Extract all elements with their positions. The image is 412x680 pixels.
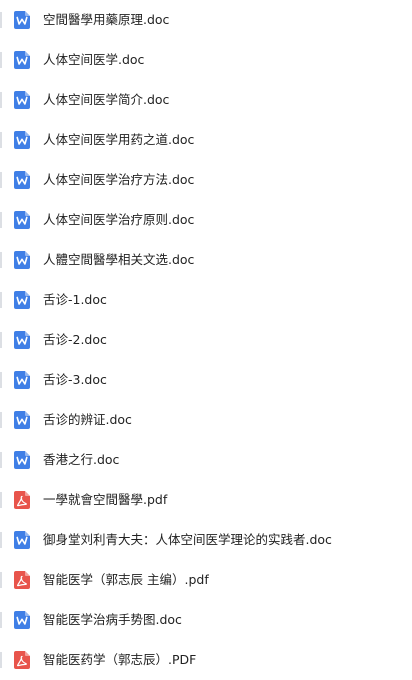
word-doc-icon bbox=[14, 411, 30, 429]
file-row[interactable]: 舌诊-2.doc bbox=[0, 320, 412, 360]
file-name: 智能医学治病手势图.doc bbox=[43, 612, 182, 627]
file-row[interactable]: 舌诊-3.doc bbox=[0, 360, 412, 400]
file-name: 人体空间医学.doc bbox=[43, 52, 145, 67]
word-doc-icon bbox=[14, 211, 30, 229]
file-name: 智能医学（郭志辰 主编）.pdf bbox=[43, 572, 209, 587]
file-name: 舌诊-2.doc bbox=[43, 332, 107, 347]
word-doc-icon bbox=[14, 611, 30, 629]
file-row[interactable]: 智能医学（郭志辰 主编）.pdf bbox=[0, 560, 412, 600]
file-list: 空間醫學用藥原理.doc 人体空间医学.doc 人体空间医学简介.doc 人体空间医学… bbox=[0, 0, 412, 680]
file-row[interactable]: 香港之行.doc bbox=[0, 440, 412, 480]
file-row[interactable]: 智能医学治病手势图.doc bbox=[0, 600, 412, 640]
pdf-icon bbox=[14, 491, 30, 509]
file-row[interactable]: 人體空間醫學相关文选.doc bbox=[0, 240, 412, 280]
word-doc-icon bbox=[14, 91, 30, 109]
file-row[interactable]: 舌诊-1.doc bbox=[0, 280, 412, 320]
file-name: 人体空间医学治疗原则.doc bbox=[43, 212, 195, 227]
file-name: 舌诊的辨证.doc bbox=[43, 412, 132, 427]
word-doc-icon bbox=[14, 251, 30, 269]
file-name: 香港之行.doc bbox=[43, 452, 120, 467]
file-row[interactable]: 人体空间医学.doc bbox=[0, 40, 412, 80]
file-row[interactable]: 人体空间医学简介.doc bbox=[0, 80, 412, 120]
file-name: 舌诊-1.doc bbox=[43, 292, 107, 307]
word-doc-icon bbox=[14, 171, 30, 189]
file-row[interactable]: 舌诊的辨证.doc bbox=[0, 400, 412, 440]
file-name: 人体空间医学治疗方法.doc bbox=[43, 172, 195, 187]
file-row[interactable]: 一學就會空間醫學.pdf bbox=[0, 480, 412, 520]
file-name: 智能医药学（郭志辰）.PDF bbox=[43, 652, 197, 667]
file-name: 一學就會空間醫學.pdf bbox=[43, 492, 168, 507]
file-row[interactable]: 御身堂刘利青大夫：人体空间医学理论的实践者.doc bbox=[0, 520, 412, 560]
word-doc-icon bbox=[14, 371, 30, 389]
word-doc-icon bbox=[14, 531, 30, 549]
file-name: 舌诊-3.doc bbox=[43, 372, 107, 387]
pdf-icon bbox=[14, 651, 30, 669]
file-row[interactable]: 人体空间医学用药之道.doc bbox=[0, 120, 412, 160]
word-doc-icon bbox=[14, 451, 30, 469]
file-row[interactable]: 智能医药学（郭志辰）.PDF bbox=[0, 640, 412, 680]
file-name: 人体空间医学简介.doc bbox=[43, 92, 170, 107]
word-doc-icon bbox=[14, 131, 30, 149]
word-doc-icon bbox=[14, 331, 30, 349]
pdf-icon bbox=[14, 571, 30, 589]
file-name: 人體空間醫學相关文选.doc bbox=[43, 252, 195, 267]
word-doc-icon bbox=[14, 11, 30, 29]
word-doc-icon bbox=[14, 291, 30, 309]
word-doc-icon bbox=[14, 51, 30, 69]
file-row[interactable]: 空間醫學用藥原理.doc bbox=[0, 0, 412, 40]
file-name: 御身堂刘利青大夫：人体空间医学理论的实践者.doc bbox=[43, 532, 332, 547]
file-name: 空間醫學用藥原理.doc bbox=[43, 12, 170, 27]
file-name: 人体空间医学用药之道.doc bbox=[43, 132, 195, 147]
file-row[interactable]: 人体空间医学治疗原则.doc bbox=[0, 200, 412, 240]
file-row[interactable]: 人体空间医学治疗方法.doc bbox=[0, 160, 412, 200]
